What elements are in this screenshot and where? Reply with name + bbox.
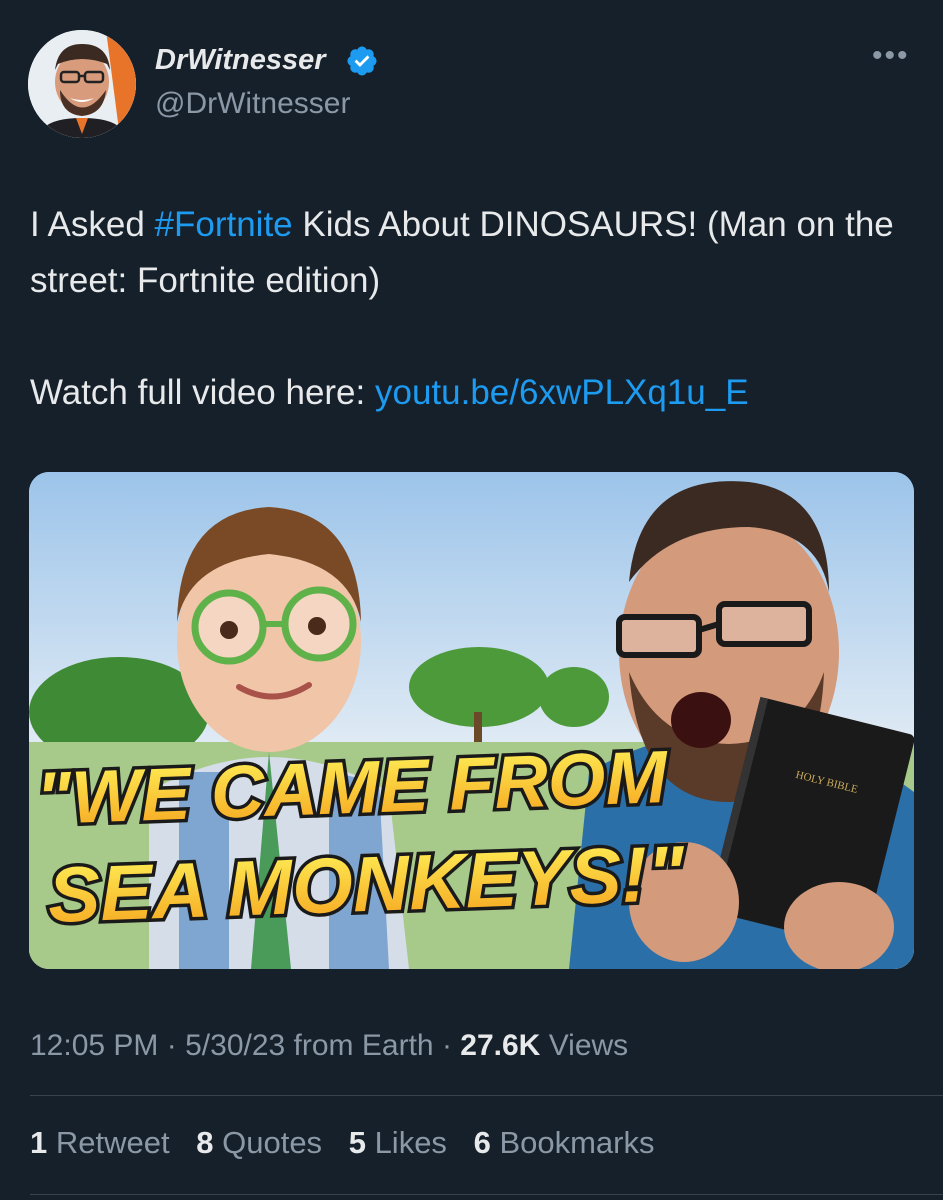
tweet-paragraph-2: Watch full video here: youtu.be/6xwPLXq1… xyxy=(30,365,920,421)
bookmarks-label: Bookmarks xyxy=(499,1125,655,1160)
retweets-count: 1 xyxy=(30,1125,48,1160)
quotes-label: Quotes xyxy=(222,1125,323,1160)
author-avatar[interactable] xyxy=(28,30,136,138)
tweet-time[interactable]: 12:05 PM xyxy=(30,1029,158,1062)
bookmarks-count: 6 xyxy=(473,1125,491,1160)
meta-separator: · xyxy=(166,1029,177,1062)
more-icon[interactable]: ••• xyxy=(872,41,910,71)
author-name[interactable]: DrWitnesser xyxy=(155,44,326,77)
views-count: 27.6K xyxy=(460,1029,541,1062)
tweet-paragraph-1: I Asked #Fortnite Kids About DINOSAURS! … xyxy=(30,197,920,309)
bookmarks-stat[interactable]: 6 Bookmarks xyxy=(474,1125,655,1160)
likes-stat[interactable]: 5 Likes xyxy=(349,1125,447,1160)
video-link[interactable]: youtu.be/6xwPLXq1u_E xyxy=(375,373,749,412)
verified-icon xyxy=(347,46,377,76)
watch-text: Watch full video here: xyxy=(30,373,375,412)
video-thumbnail[interactable]: HOLY BIBLE "WE CAME FROM SEA MONKEYS!" xyxy=(29,472,914,969)
tweet-text: I Asked #Fortnite Kids About DINOSAURS! … xyxy=(30,197,920,421)
tweet-text-prefix: I Asked xyxy=(30,205,155,244)
tweet-date[interactable]: 5/30/23 xyxy=(185,1029,285,1062)
likes-label: Likes xyxy=(374,1125,447,1160)
quotes-stat[interactable]: 8 Quotes xyxy=(196,1125,322,1160)
tweet-source: from Earth xyxy=(293,1029,434,1062)
avatar-image xyxy=(28,30,136,138)
divider xyxy=(30,1095,943,1096)
tweet-stats: 1 Retweet 8 Quotes 5 Likes 6 Bookmarks xyxy=(30,1125,672,1161)
views-label: Views xyxy=(548,1029,629,1062)
author-handle[interactable]: @DrWitnesser xyxy=(155,87,350,121)
retweets-label: Retweet xyxy=(55,1125,170,1160)
likes-count: 5 xyxy=(348,1125,366,1160)
tweet-meta: 12:05 PM · 5/30/23 from Earth · 27.6K Vi… xyxy=(30,1029,628,1063)
retweets-stat[interactable]: 1 Retweet xyxy=(30,1125,170,1160)
hashtag-link[interactable]: #Fortnite xyxy=(155,205,293,244)
quotes-count: 8 xyxy=(196,1125,214,1160)
meta-separator: · xyxy=(441,1029,452,1062)
divider xyxy=(30,1194,943,1195)
